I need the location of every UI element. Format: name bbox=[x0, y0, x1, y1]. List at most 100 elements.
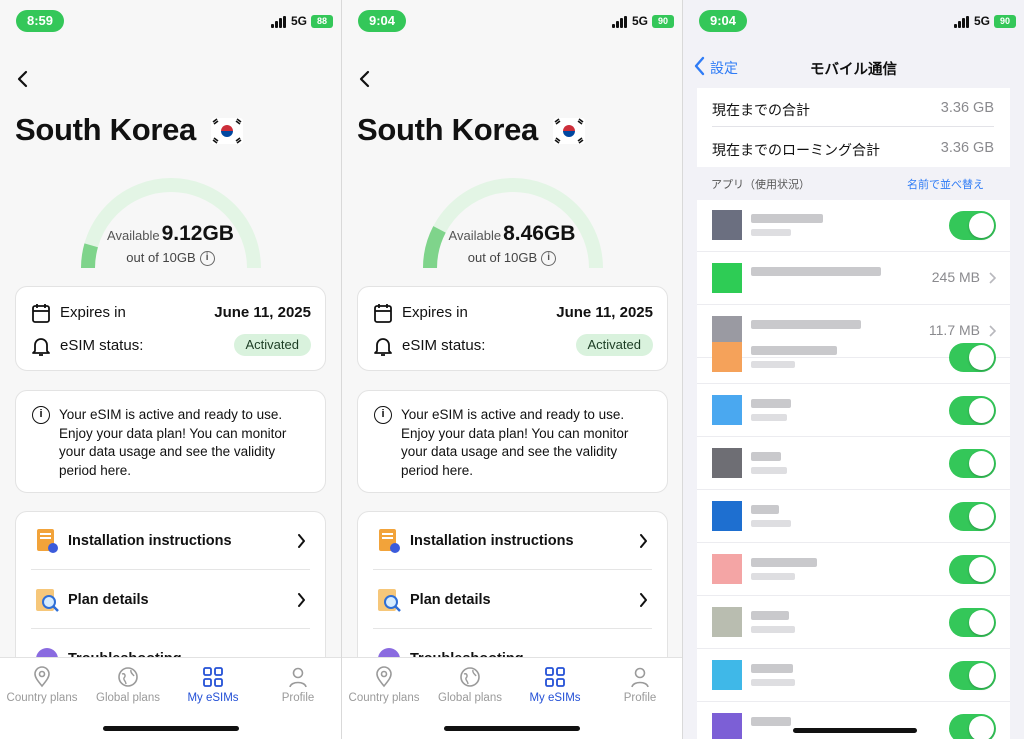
signal-icon bbox=[954, 16, 970, 28]
status-label: eSIM status: bbox=[60, 337, 144, 354]
grid-icon bbox=[545, 667, 565, 687]
app-row bbox=[697, 200, 1010, 252]
total-row: 現在までの合計 3.36 GB bbox=[712, 88, 994, 127]
roaming-total-row: 現在までのローミング合計 3.36 GB bbox=[712, 128, 994, 167]
app-icon bbox=[712, 395, 742, 425]
chevron-right-icon bbox=[298, 534, 305, 548]
status-bar: 9:04 5G 90 bbox=[683, 10, 1024, 34]
cellular-toggle[interactable] bbox=[949, 396, 996, 425]
tab-label: Profile bbox=[281, 692, 315, 704]
chevron-right-icon bbox=[640, 593, 647, 607]
cellular-toggle[interactable] bbox=[949, 502, 996, 531]
tab-global-plans[interactable]: Global plans bbox=[86, 666, 170, 704]
expires-row: Expires in June 11, 2025 bbox=[32, 301, 311, 325]
tab-profile[interactable]: Profile bbox=[598, 666, 682, 704]
blurred-app-name bbox=[751, 717, 791, 726]
home-indicator bbox=[102, 726, 239, 731]
cellular-toggle[interactable] bbox=[949, 555, 996, 584]
chevron-right-icon bbox=[989, 272, 996, 284]
tab-global-plans[interactable]: Global plans bbox=[428, 666, 512, 704]
app-row[interactable]: 245 MB bbox=[697, 253, 1010, 305]
tab-my-esims[interactable]: My eSIMs bbox=[513, 666, 597, 704]
app-row bbox=[697, 650, 1010, 702]
blurred-app-name bbox=[751, 611, 789, 620]
available-data: Available9.12GB bbox=[0, 222, 341, 246]
esim-screen-middle: 9:04 5G 90 South Korea Available8.46GB o… bbox=[342, 0, 682, 739]
korea-flag-icon bbox=[211, 118, 243, 144]
menu-label: Plan details bbox=[68, 592, 149, 608]
document-icon bbox=[379, 529, 400, 553]
tab-country-plans[interactable]: Country plans bbox=[342, 666, 426, 704]
info-message: Your eSIM is active and ready to use. En… bbox=[401, 407, 629, 478]
validity-card: Expires in June 11, 2025 eSIM status: Ac… bbox=[15, 286, 326, 371]
total-label: 現在までのローミング合計 bbox=[712, 142, 880, 158]
total-label: 現在までの合計 bbox=[712, 102, 810, 118]
blurred-app-name bbox=[751, 505, 779, 514]
blurred-app-name bbox=[751, 399, 791, 408]
cellular-toggle[interactable] bbox=[949, 608, 996, 637]
available-data: Available8.46GB bbox=[342, 222, 682, 246]
home-indicator bbox=[444, 726, 580, 731]
expires-label: Expires in bbox=[402, 304, 468, 321]
validity-card: Expires in June 11, 2025 eSIM status: Ac… bbox=[357, 286, 668, 371]
tab-label: My eSIMs bbox=[529, 692, 581, 704]
app-icon bbox=[712, 263, 742, 293]
tab-profile[interactable]: Profile bbox=[256, 666, 340, 704]
app-usage-list: 245 MB 11.7 MB bbox=[697, 200, 1010, 739]
esim-screen-left: 8:59 5G 88 South Korea Available9.12GB o… bbox=[0, 0, 341, 739]
total-value: 3.36 GB bbox=[940, 100, 994, 116]
blurred-app-name bbox=[751, 558, 817, 567]
info-icon[interactable]: i bbox=[199, 251, 215, 267]
blurred-app-usage bbox=[751, 573, 795, 580]
info-icon[interactable]: i bbox=[541, 251, 557, 267]
cellular-toggle[interactable] bbox=[949, 714, 996, 739]
app-row bbox=[697, 332, 1010, 384]
menu-card: Installation instructions Plan details T… bbox=[15, 511, 326, 671]
blurred-app-name bbox=[751, 320, 861, 329]
blurred-app-usage bbox=[751, 679, 795, 686]
blurred-app-name bbox=[751, 664, 793, 673]
location-pin-icon bbox=[376, 666, 392, 688]
person-icon bbox=[289, 667, 307, 688]
back-chevron-icon[interactable] bbox=[358, 70, 370, 88]
tab-my-esims[interactable]: My eSIMs bbox=[171, 666, 255, 704]
available-label: Available bbox=[107, 228, 160, 243]
app-data-size: 245 MB bbox=[931, 269, 980, 285]
menu-label: Installation instructions bbox=[68, 533, 232, 549]
sort-by-name-button[interactable]: 名前で並べ替え bbox=[907, 176, 984, 192]
menu-item-plan-details[interactable]: Plan details bbox=[31, 571, 310, 629]
menu-card: Installation instructions Plan details T… bbox=[357, 511, 668, 671]
search-doc-icon bbox=[378, 589, 401, 612]
cellular-toggle[interactable] bbox=[949, 211, 996, 240]
status-row: eSIM status: Activated bbox=[32, 334, 311, 358]
status-bar: 8:59 5G 88 bbox=[0, 10, 341, 34]
bell-icon bbox=[32, 338, 50, 356]
tab-label: Global plans bbox=[438, 692, 502, 704]
app-row bbox=[697, 385, 1010, 437]
menu-item-plan-details[interactable]: Plan details bbox=[373, 571, 652, 629]
app-row bbox=[697, 703, 1010, 739]
cellular-toggle[interactable] bbox=[949, 343, 996, 372]
menu-item-installation[interactable]: Installation instructions bbox=[31, 512, 310, 570]
cellular-toggle[interactable] bbox=[949, 449, 996, 478]
ios-cellular-settings: 9:04 5G 90 設定 モバイル通信 現在までの合計 3.36 GB 現在ま… bbox=[683, 0, 1024, 739]
status-time: 9:04 bbox=[699, 10, 747, 32]
tab-label: Country plans bbox=[348, 692, 420, 704]
blurred-app-name bbox=[751, 346, 837, 355]
tab-label: Global plans bbox=[96, 692, 160, 704]
apps-header-label: アプリ（使用状況） bbox=[711, 179, 810, 191]
battery-icon: 90 bbox=[652, 15, 674, 28]
available-value: 9.12GB bbox=[161, 222, 234, 245]
country-title: South Korea bbox=[357, 112, 538, 147]
tab-country-plans[interactable]: Country plans bbox=[0, 666, 84, 704]
app-icon bbox=[712, 501, 742, 531]
tab-label: Country plans bbox=[6, 692, 78, 704]
usage-totals: 現在までの合計 3.36 GB 現在までのローミング合計 3.36 GB bbox=[697, 88, 1010, 167]
cellular-toggle[interactable] bbox=[949, 661, 996, 690]
app-icon bbox=[712, 210, 742, 240]
document-icon bbox=[37, 529, 58, 553]
back-chevron-icon[interactable] bbox=[16, 70, 28, 88]
total-data: out of 10GB i bbox=[342, 250, 682, 267]
signal-icon bbox=[271, 16, 287, 28]
menu-item-installation[interactable]: Installation instructions bbox=[373, 512, 652, 570]
